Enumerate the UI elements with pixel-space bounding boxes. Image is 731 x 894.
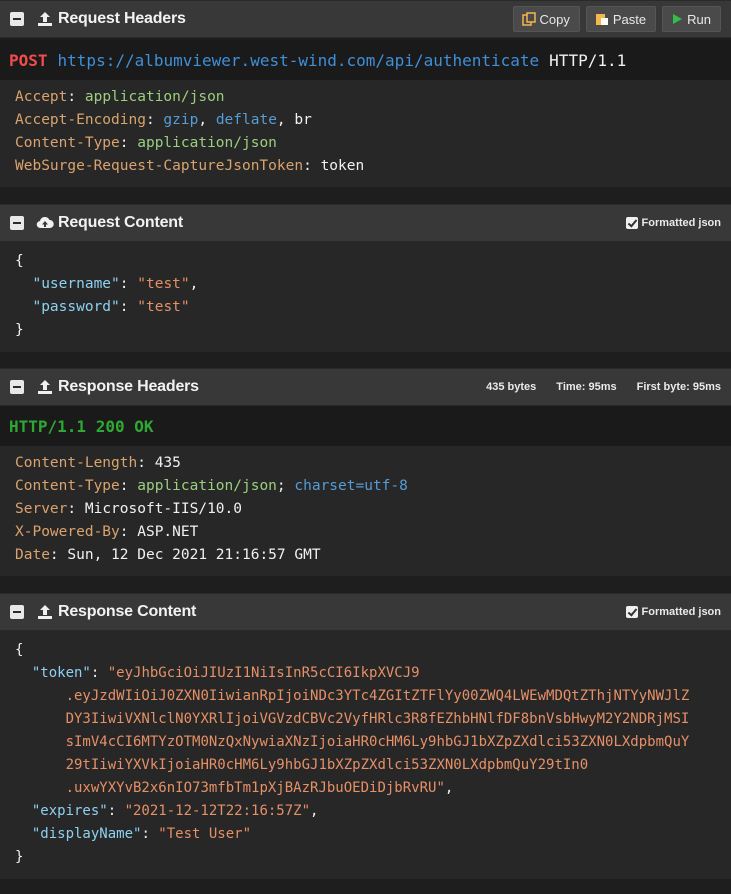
request-headers-title: Request Headers (58, 10, 186, 27)
collapse-request-content-icon[interactable] (10, 216, 24, 230)
formatted-json-toggle[interactable]: Formatted json (625, 606, 721, 618)
response-headers-header: Response Headers 435 bytes Time: 95ms Fi… (0, 368, 731, 406)
header-line: WebSurge-Request-CaptureJsonToken: token (15, 158, 365, 174)
response-content-title: Response Content (58, 603, 197, 620)
upload-icon (36, 378, 54, 396)
request-content-header: Request Content Formatted json (0, 204, 731, 242)
header-line: Content-Length: 435 (15, 455, 181, 471)
header-line: X-Powered-By: ASP.NET (15, 524, 199, 540)
response-content-header: Response Content Formatted json (0, 593, 731, 631)
request-line: POST https://albumviewer.west-wind.com/a… (0, 40, 731, 80)
request-content-title: Request Content (58, 214, 184, 231)
copy-icon (521, 12, 536, 26)
json-line: { (15, 642, 24, 658)
request-content-pane[interactable]: { "username": "test", "password": "test"… (0, 242, 731, 352)
copy-button[interactable]: Copy (512, 6, 580, 32)
copy-button-label: Copy (539, 11, 570, 27)
json-line: 29tIiwiYXVkIjoiaHR0cHM6Ly9hbGJ1bXZpZXdlc… (65, 757, 589, 773)
header-line: Content-Type: application/json; charset=… (15, 478, 408, 494)
header-line: Accept: application/json (15, 89, 225, 105)
formatted-json-label: Formatted json (641, 606, 721, 618)
upload-icon (36, 10, 54, 28)
collapse-response-headers-icon[interactable] (10, 380, 24, 394)
http-status: HTTP/1.1 200 OK (9, 416, 154, 436)
json-line: .uxwYXYvB2x6nIO73mfbTm1pXjBAzRJbuOEDiDjb… (65, 780, 454, 796)
http-protocol: HTTP/1.1 (549, 50, 627, 70)
http-method: POST (9, 50, 48, 70)
header-line: Accept-Encoding: gzip, deflate, br (15, 112, 312, 128)
response-first-byte: First byte: 95ms (636, 381, 721, 393)
paste-button-label: Paste (612, 11, 647, 27)
header-line: Content-Type: application/json (15, 135, 277, 151)
run-button[interactable]: Run (662, 6, 721, 32)
json-line: } (15, 322, 24, 338)
cloud-upload-icon (36, 214, 54, 232)
response-content-pane[interactable]: { "token": "eyJhbGciOiJIUzI1NiIsInR5cCI6… (0, 631, 731, 879)
json-line: "displayName": "Test User" (31, 826, 252, 842)
play-icon (673, 14, 683, 24)
formatted-json-label: Formatted json (641, 217, 721, 229)
response-headers-pane[interactable]: Content-Length: 435 Content-Type: applic… (0, 446, 731, 576)
collapse-request-headers-icon[interactable] (10, 12, 24, 26)
formatted-json-toggle[interactable]: Formatted json (625, 217, 721, 229)
json-line: } (15, 849, 24, 865)
json-line: "token": "eyJhbGciOiJIUzI1NiIsInR5cCI6Ik… (31, 665, 420, 681)
upload-icon (36, 603, 54, 621)
paste-icon (595, 14, 608, 25)
json-line: { (15, 253, 24, 269)
json-line: DY3IiwiVXNlclN0YXRlIjoiVGVzdCBVc2VyfHRlc… (65, 711, 690, 727)
json-line: "username": "test", (32, 276, 199, 292)
json-line: "password": "test" (32, 299, 190, 315)
json-line: .eyJzdWIiOiJ0ZXN0IiwianRpIjoiNDc3YTc4ZGI… (65, 688, 690, 704)
run-button-label: Run (687, 11, 711, 27)
paste-button[interactable]: Paste (585, 6, 657, 32)
header-line: Server: Microsoft-IIS/10.0 (15, 501, 242, 517)
request-url[interactable]: https://albumviewer.west-wind.com/api/au… (58, 51, 540, 70)
header-line: Date: Sun, 12 Dec 2021 21:16:57 GMT (15, 547, 321, 563)
request-headers-header: Request Headers Copy Paste Run (0, 0, 731, 38)
request-headers-pane[interactable]: Accept: application/json Accept-Encoding… (0, 80, 731, 187)
formatted-json-checkbox[interactable] (625, 606, 638, 618)
collapse-response-content-icon[interactable] (10, 605, 24, 619)
response-bytes: 435 bytes (486, 381, 537, 393)
json-line: sImV4cCI6MTYzOTM0NzQxNywiaXNzIjoiaHR0cHM… (65, 734, 690, 750)
formatted-json-checkbox[interactable] (625, 217, 638, 229)
response-headers-title: Response Headers (58, 378, 199, 395)
response-time: Time: 95ms (556, 381, 617, 393)
json-line: "expires": "2021-12-12T22:16:57Z", (31, 803, 319, 819)
status-line: HTTP/1.1 200 OK (0, 406, 731, 446)
